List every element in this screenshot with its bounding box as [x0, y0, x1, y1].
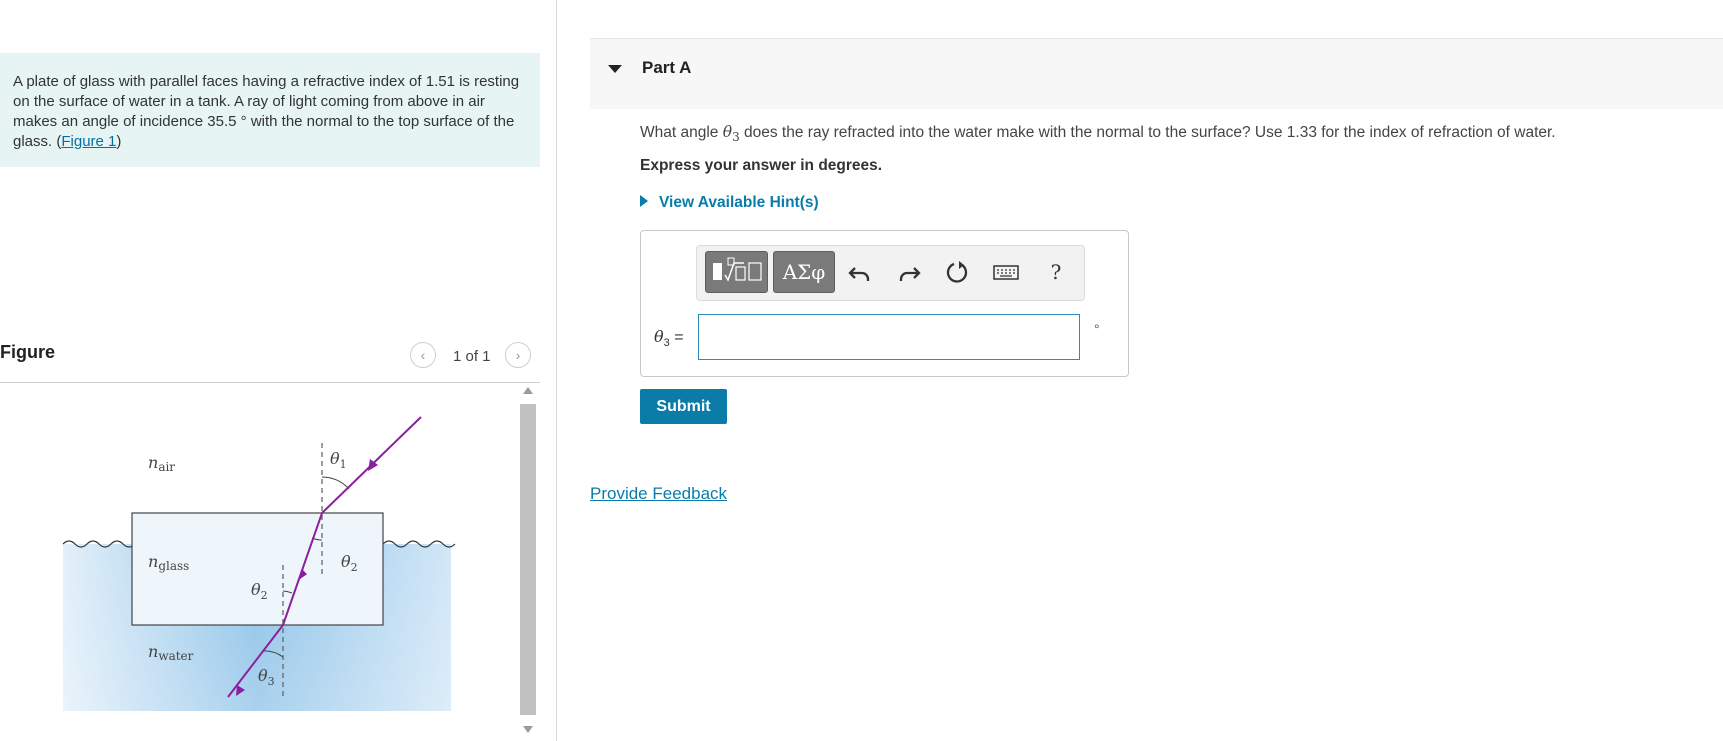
part-title: Part A — [642, 58, 692, 77]
reset-icon[interactable] — [943, 258, 971, 286]
hint-toggle[interactable]: View Available Hint(s) — [640, 194, 819, 212]
provide-feedback-link[interactable]: Provide Feedback — [590, 484, 727, 504]
answer-instruction: Express your answer in degrees. — [640, 157, 883, 174]
math-toolbar: ΑΣφ ? — [696, 245, 1085, 301]
figure-link[interactable]: Figure 1 — [61, 133, 116, 150]
answer-box: ΑΣφ ? θ3 = ° — [640, 230, 1129, 377]
refraction-figure: nair nglass nwater θ1 θ2 θ2 θ3 — [40, 385, 460, 715]
pager-text: 1 of 1 — [453, 348, 491, 365]
question-theta-sub: 3 — [732, 130, 740, 145]
n-air-label: nair — [148, 453, 175, 474]
left-panel: A plate of glass with parallel faces hav… — [0, 0, 557, 741]
templates-icon — [713, 257, 762, 282]
next-figure-button[interactable]: › — [505, 342, 531, 368]
question-text: What angle θ3 does the ray refracted int… — [640, 123, 1556, 145]
degree-unit: ° — [1094, 321, 1100, 337]
right-panel: Part A What angle θ3 does the ray refrac… — [590, 0, 1723, 741]
figure-title: Figure — [0, 342, 56, 362]
figure-scrollbar[interactable] — [520, 385, 536, 741]
templates-button[interactable] — [705, 251, 768, 293]
figure-pager: ‹ 1 of 1 › — [410, 342, 540, 372]
question-theta: θ — [722, 123, 733, 141]
greek-symbols-button[interactable]: ΑΣφ — [773, 251, 835, 293]
help-icon[interactable]: ? — [1042, 258, 1070, 286]
theta1-label: θ1 — [330, 449, 347, 471]
scroll-up-icon[interactable] — [523, 387, 533, 394]
scroll-down-icon[interactable] — [523, 726, 533, 733]
scroll-thumb[interactable] — [520, 404, 536, 715]
undo-icon[interactable] — [847, 258, 875, 286]
hint-caret-icon — [640, 195, 648, 207]
submit-button[interactable]: Submit — [640, 389, 727, 424]
refraction-diagram: nair nglass nwater θ1 θ2 θ2 θ3 — [62, 416, 456, 711]
panel-divider — [556, 0, 557, 741]
figure-divider — [0, 382, 540, 383]
answer-input[interactable] — [698, 314, 1080, 360]
part-a-header[interactable]: Part A — [590, 38, 1723, 109]
hint-label[interactable]: View Available Hint(s) — [659, 194, 819, 211]
problem-statement: A plate of glass with parallel faces hav… — [0, 53, 540, 167]
redo-icon[interactable] — [894, 258, 922, 286]
theta1-arc — [321, 476, 350, 490]
problem-close: ) — [116, 133, 122, 150]
answer-label: θ3 = — [654, 327, 684, 350]
keyboard-icon[interactable] — [992, 258, 1020, 286]
previous-figure-button[interactable]: ‹ — [410, 342, 436, 368]
collapse-caret-icon[interactable] — [608, 65, 622, 73]
